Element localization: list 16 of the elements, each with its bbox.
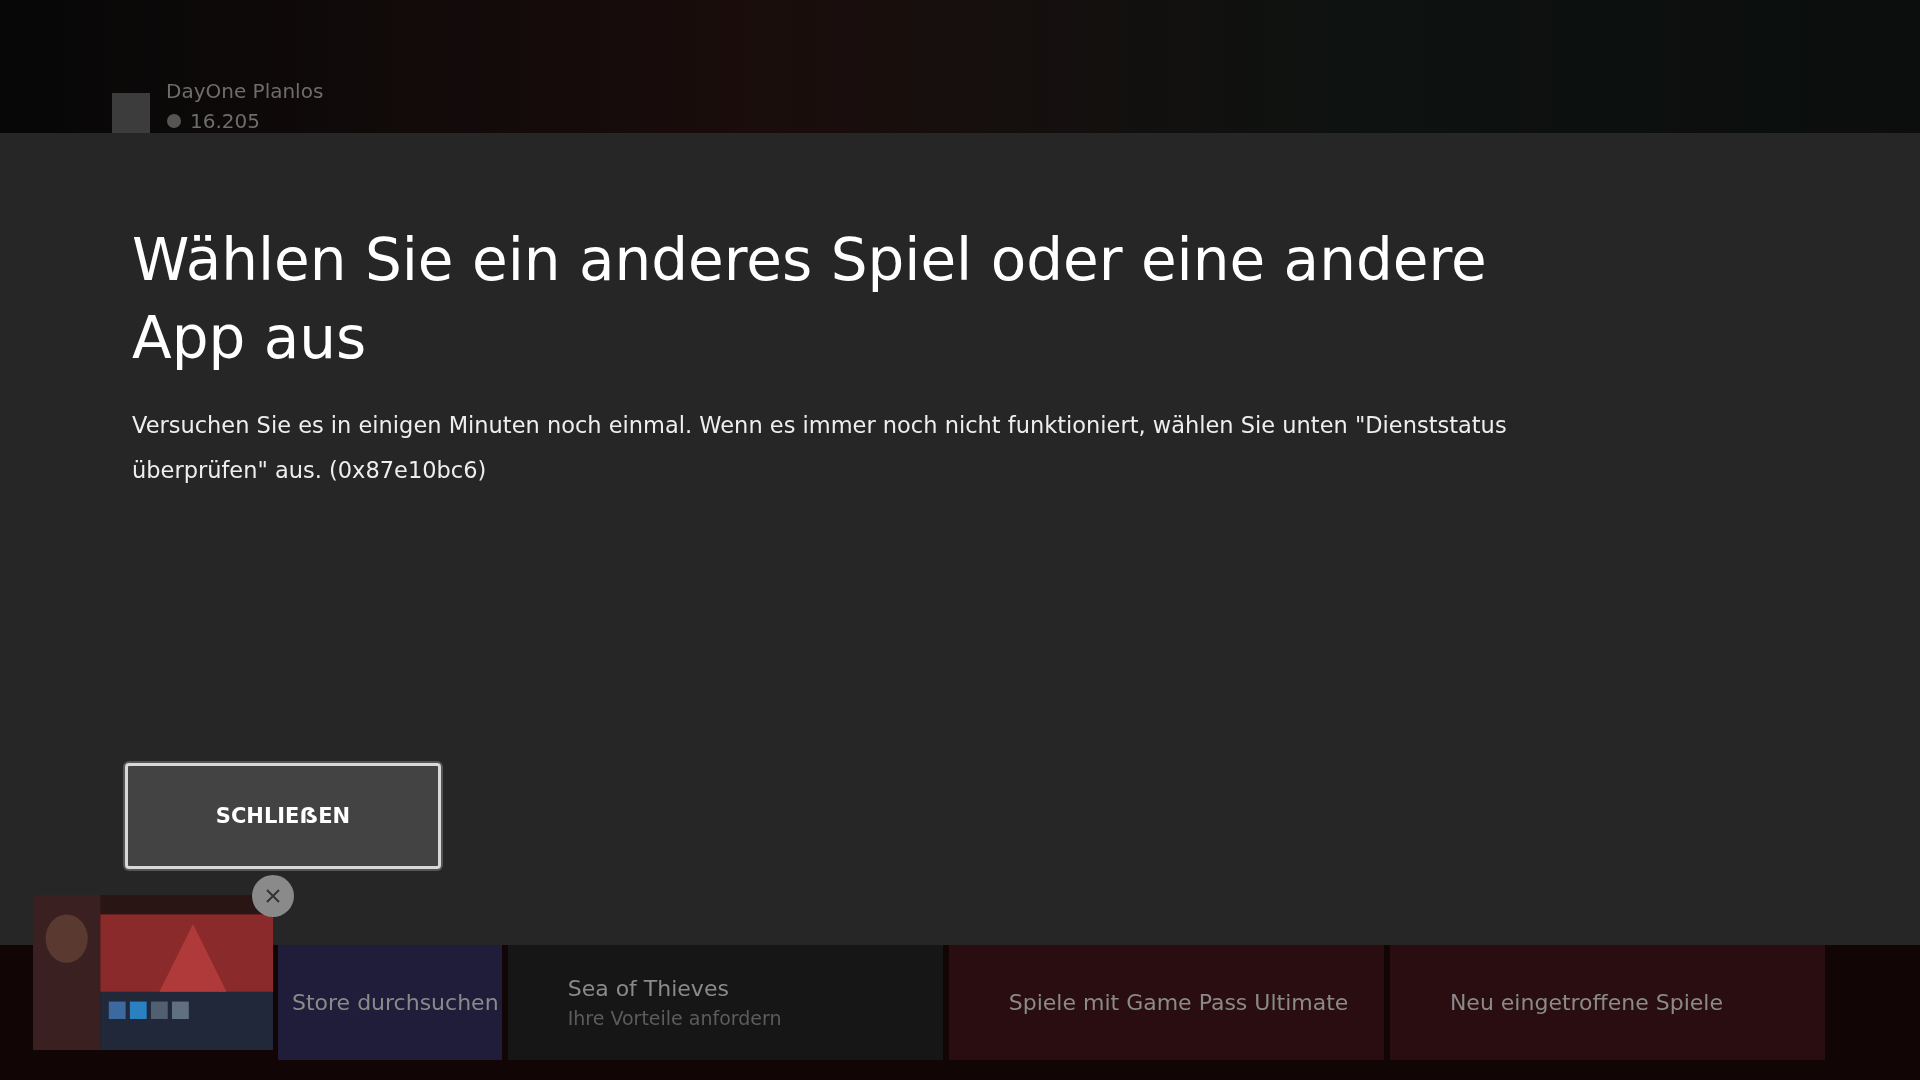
gamerscore: 16.205 — [166, 109, 324, 133]
tile[interactable]: Spiele mit Game Pass Ultimate — [948, 945, 1384, 1060]
tile-title: Neu eingetroffene Spiele — [1449, 990, 1724, 1015]
tile-title: Spiele mit Game Pass Ultimate — [1008, 990, 1350, 1015]
gamerscore-icon — [166, 113, 182, 129]
tile-subtitle: Ihre Vorteile anfordern — [567, 1007, 783, 1029]
tile-title: Sea of Thieves — [567, 976, 730, 1001]
dialog-message: Versuchen Sie es in einigen Minuten noch einmal. Wenn es immer noch nicht funktioniert, wählen Sie unten "Dienststatus überprüfen" aus. (0x87e10bc6) — [132, 411, 1508, 485]
gamertag: DayOne Planlos — [166, 79, 324, 103]
tile[interactable]: Store durchsuchen — [278, 945, 502, 1060]
avatar-icon — [112, 93, 150, 133]
tile[interactable]: Sea of Thieves Ihre Vorteile anfordern — [507, 945, 943, 1060]
tile-title: Store durchsuchen — [292, 990, 500, 1015]
tile[interactable]: Neu eingetroffene Spiele — [1389, 945, 1825, 1060]
close-button[interactable]: SCHLIEẞEN — [125, 763, 441, 869]
dialog-title: Wählen Sie ein anderes Spiel oder eine andere App aus — [132, 225, 1488, 374]
